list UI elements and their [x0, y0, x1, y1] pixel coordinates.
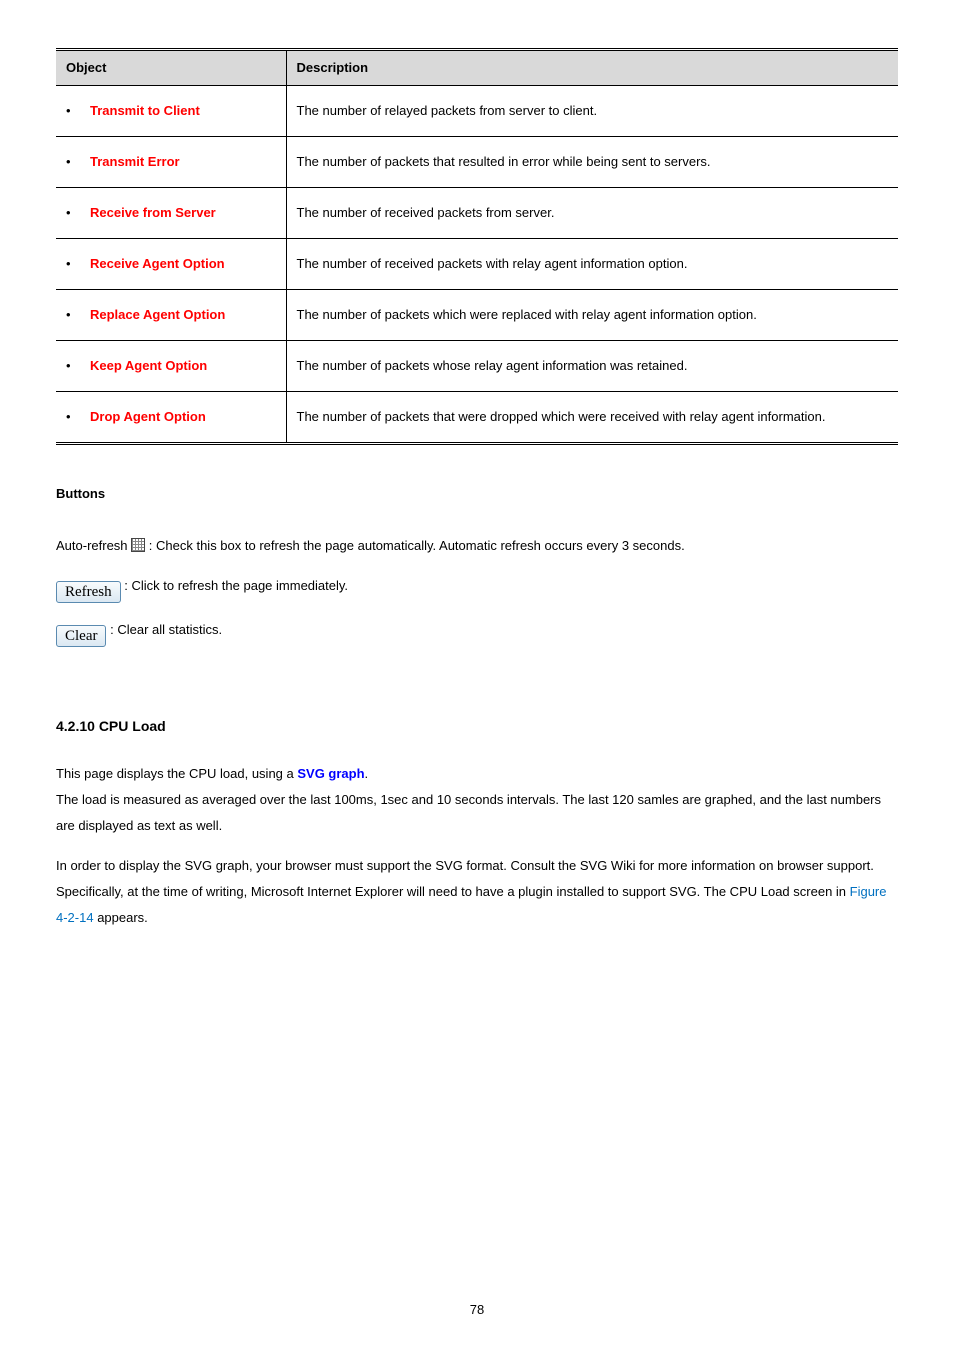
object-label: Transmit Error — [90, 149, 180, 175]
section-heading-cpu-load: 4.2.10 CPU Load — [56, 717, 898, 737]
table-row: • Receive from Server The number of recei… — [56, 188, 898, 239]
autorefresh-post: : Check this box to refresh the page aut… — [149, 538, 685, 553]
clear-text: : Clear all statistics. — [110, 622, 222, 637]
table-row: • Transmit Error The number of packets th… — [56, 137, 898, 188]
table-row: • Keep Agent Option The number of packets… — [56, 341, 898, 392]
object-label: Drop Agent Option — [90, 404, 206, 430]
table-row: • Transmit to Client The number of relaye… — [56, 86, 898, 137]
description-cell: The number of received packets with rela… — [286, 239, 898, 290]
bullet-icon: • — [66, 251, 78, 277]
description-cell: The number of packets that resulted in e… — [286, 137, 898, 188]
refresh-text: : Click to refresh the page immediately. — [124, 578, 348, 593]
description-cell: The number of packets which were replace… — [286, 290, 898, 341]
refresh-line: Refresh : Click to refresh the page imme… — [56, 573, 898, 603]
th-description: Description — [286, 50, 898, 86]
th-object: Object — [56, 50, 286, 86]
checkbox-icon[interactable] — [131, 538, 145, 552]
buttons-heading: Buttons — [56, 485, 898, 503]
refresh-button[interactable]: Refresh — [56, 581, 121, 603]
cpu-p1a: This page displays the CPU load, using a — [56, 766, 297, 781]
bullet-icon: • — [66, 404, 78, 430]
autorefresh-pre: Auto-refresh — [56, 538, 131, 553]
description-cell: The number of received packets from serv… — [286, 188, 898, 239]
bullet-icon: • — [66, 200, 78, 226]
table-row: • Drop Agent Option The number of packets… — [56, 392, 898, 444]
table-row: • Replace Agent Option The number of pack… — [56, 290, 898, 341]
object-label: Keep Agent Option — [90, 353, 207, 379]
svg-graph-link[interactable]: SVG graph — [297, 766, 364, 781]
table-row: • Receive Agent Option The number of rece… — [56, 239, 898, 290]
object-label: Replace Agent Option — [90, 302, 225, 328]
object-label: Transmit to Client — [90, 98, 200, 124]
description-cell: The number of packets that were dropped … — [286, 392, 898, 444]
object-label: Receive from Server — [90, 200, 216, 226]
clear-line: Clear : Clear all statistics. — [56, 617, 898, 647]
description-cell: The number of packets whose relay agent … — [286, 341, 898, 392]
autorefresh-line: Auto-refresh : Check this box to refresh… — [56, 533, 898, 559]
cpu-p3a: In order to display the SVG graph, your … — [56, 858, 874, 899]
page-number: 78 — [56, 1301, 898, 1319]
bullet-icon: • — [66, 98, 78, 124]
cpu-paragraph-1: This page displays the CPU load, using a… — [56, 761, 898, 787]
definition-table: Object Description • Transmit to Client T… — [56, 48, 898, 445]
bullet-icon: • — [66, 149, 78, 175]
cpu-paragraph-3: In order to display the SVG graph, your … — [56, 853, 898, 931]
object-label: Receive Agent Option — [90, 251, 225, 277]
cpu-p3c: appears. — [94, 910, 148, 925]
cpu-p1c: . — [365, 766, 369, 781]
bullet-icon: • — [66, 353, 78, 379]
cpu-paragraph-2: The load is measured as averaged over th… — [56, 787, 898, 839]
clear-button[interactable]: Clear — [56, 625, 106, 647]
bullet-icon: • — [66, 302, 78, 328]
description-cell: The number of relayed packets from serve… — [286, 86, 898, 137]
